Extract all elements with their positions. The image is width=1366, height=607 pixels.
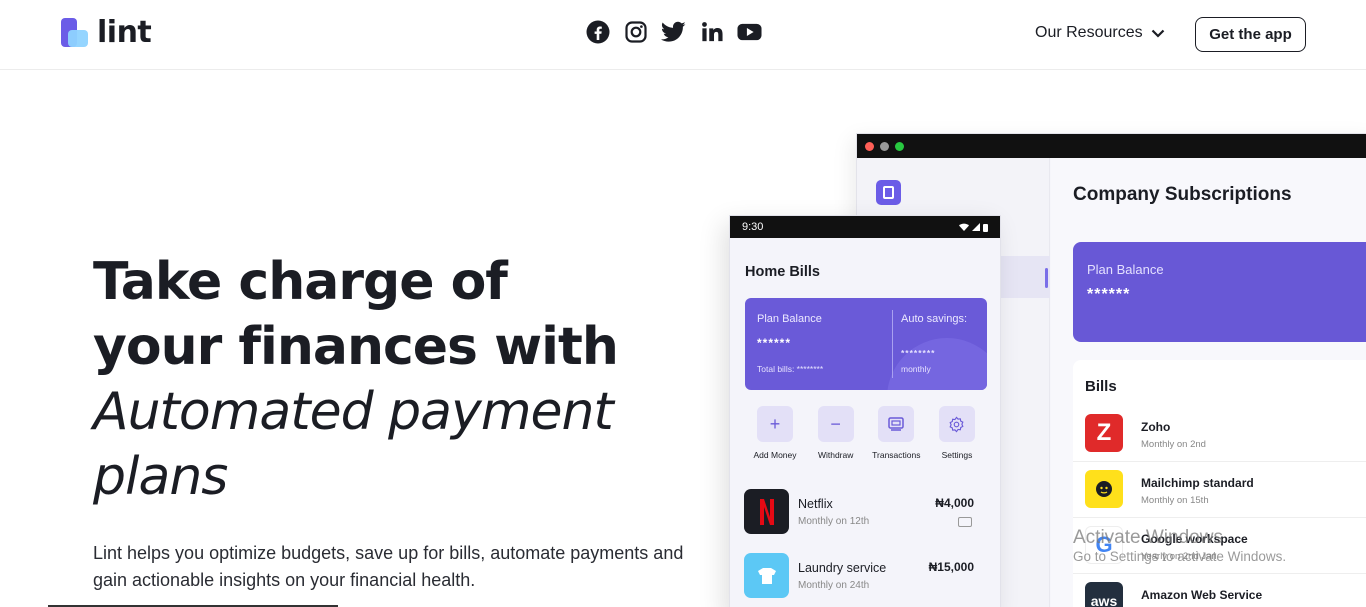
app-logo-icon	[876, 180, 901, 205]
auto-savings-period: monthly	[901, 364, 931, 374]
wifi-icon	[959, 223, 969, 231]
facebook-icon[interactable]	[585, 19, 610, 44]
battery-icon	[983, 223, 988, 232]
settings-action[interactable]: Settings	[927, 406, 987, 460]
plus-icon[interactable]: +	[757, 406, 793, 442]
watermark-title: Activate Windows	[1073, 527, 1223, 548]
phone-bill-row: Laundry service Monthly on 24th ₦15,000	[744, 553, 988, 601]
window-titlebar	[857, 134, 1366, 158]
minus-icon[interactable]: −	[817, 406, 854, 442]
phone-actions: + Add Money − Withdraw Transactions Sett…	[745, 406, 987, 460]
bill-meta: Monthly on 24th	[798, 580, 870, 591]
bills-heading: Bills	[1085, 378, 1117, 395]
action-label: Settings	[941, 450, 973, 460]
mailchimp-icon	[1085, 470, 1123, 508]
activate-windows-watermark: Activate Windows Go to Settings to activ…	[1073, 527, 1286, 564]
our-resources-menu[interactable]: Our Resources	[1035, 24, 1165, 42]
bill-amount: ₦15,000	[928, 560, 974, 574]
minimize-dot-icon	[880, 141, 889, 151]
phone-plan-balance-card: Plan Balance ****** Total bills: *******…	[745, 298, 987, 390]
aws-icon: aws	[1085, 582, 1123, 607]
desktop-title: Company Subscriptions	[1073, 184, 1292, 205]
phone-bill-row: Netflix Monthly on 12th ₦4,000	[744, 489, 988, 537]
bill-name: Netflix	[798, 497, 833, 511]
bill-row: aws Amazon Web Service	[1073, 574, 1366, 607]
plan-balance-label: Plan Balance	[1087, 262, 1164, 277]
phone-title: Home Bills	[745, 264, 820, 280]
auto-savings-label: Auto savings:	[901, 313, 968, 325]
action-label: Transactions	[872, 450, 921, 460]
instagram-icon[interactable]	[623, 19, 648, 44]
hero-subtitle: Lint helps you optimize budgets, save up…	[93, 543, 684, 590]
phone-app-mockup: 9:30 Home Bills Plan Balance ****** Tota…	[729, 215, 1001, 607]
resources-label: Our Resources	[1035, 24, 1143, 41]
youtube-icon[interactable]	[737, 19, 762, 44]
bill-name: Laundry service	[798, 561, 887, 575]
status-icons	[959, 223, 988, 232]
site-header: lint Our Resources Get the app	[0, 0, 1366, 70]
card-icon	[958, 517, 972, 527]
bill-meta: Monthly on 2nd	[1141, 439, 1206, 450]
social-links	[585, 19, 762, 44]
action-label: Add Money	[753, 450, 797, 460]
hero-title-line: your finances with	[93, 317, 619, 377]
bill-name: Zoho	[1141, 420, 1171, 434]
transactions-action[interactable]: Transactions	[866, 406, 926, 460]
bill-row: Mailchimp standard Monthly on 15th	[1073, 462, 1366, 518]
laundry-icon	[744, 553, 789, 598]
chevron-down-icon	[1151, 29, 1164, 38]
twitter-icon[interactable]	[661, 19, 686, 44]
hero-title-line: Take charge of	[93, 252, 508, 312]
transactions-icon[interactable]	[878, 406, 915, 442]
hero-title: Take charge of your finances with Automa…	[93, 250, 693, 510]
plan-balance-value: ******	[1087, 286, 1131, 303]
hero-title-highlight: Automated payment	[93, 382, 614, 442]
plan-balance-value: ******	[757, 336, 792, 350]
status-time: 9:30	[742, 221, 764, 233]
bill-meta: Monthly on 12th	[798, 516, 870, 527]
phone-status-bar: 9:30	[730, 216, 1000, 238]
total-bills: Total bills: ********	[757, 364, 824, 374]
desktop-plan-balance-card: Plan Balance ******	[1073, 242, 1366, 342]
desktop-bills-list: Bills Z Zoho Monthly on 2nd Mailchimp st…	[1073, 360, 1366, 607]
landing-page: lint Our Resources Get the app Take char…	[0, 0, 1366, 607]
signal-icon	[972, 223, 980, 231]
bill-name: Mailchimp standard	[1141, 476, 1254, 490]
maximize-dot-icon	[895, 141, 904, 151]
gear-icon[interactable]	[938, 406, 975, 442]
zoho-icon: Z	[1085, 414, 1123, 452]
get-the-app-button[interactable]: Get the app	[1195, 17, 1306, 52]
close-dot-icon	[865, 141, 874, 151]
plan-balance-label: Plan Balance	[757, 313, 822, 325]
linkedin-icon[interactable]	[699, 19, 724, 44]
auto-savings-value: ********	[901, 348, 936, 358]
bill-meta: Monthly on 15th	[1141, 495, 1209, 506]
lint-logo-icon	[61, 18, 89, 48]
bill-amount: ₦4,000	[935, 496, 974, 510]
add-money-action[interactable]: + Add Money	[745, 406, 805, 460]
netflix-icon	[744, 489, 789, 534]
bill-row: Z Zoho Monthly on 2nd	[1073, 406, 1366, 462]
withdraw-action[interactable]: − Withdraw	[806, 406, 866, 460]
action-label: Withdraw	[817, 450, 854, 460]
hero-title-highlight: plans	[93, 447, 228, 507]
logo-text: lint	[97, 15, 152, 50]
bill-name: Amazon Web Service	[1141, 588, 1263, 602]
lint-logo[interactable]: lint	[61, 15, 152, 50]
watermark-subtitle: Go to Settings to activate Windows.	[1073, 549, 1287, 564]
